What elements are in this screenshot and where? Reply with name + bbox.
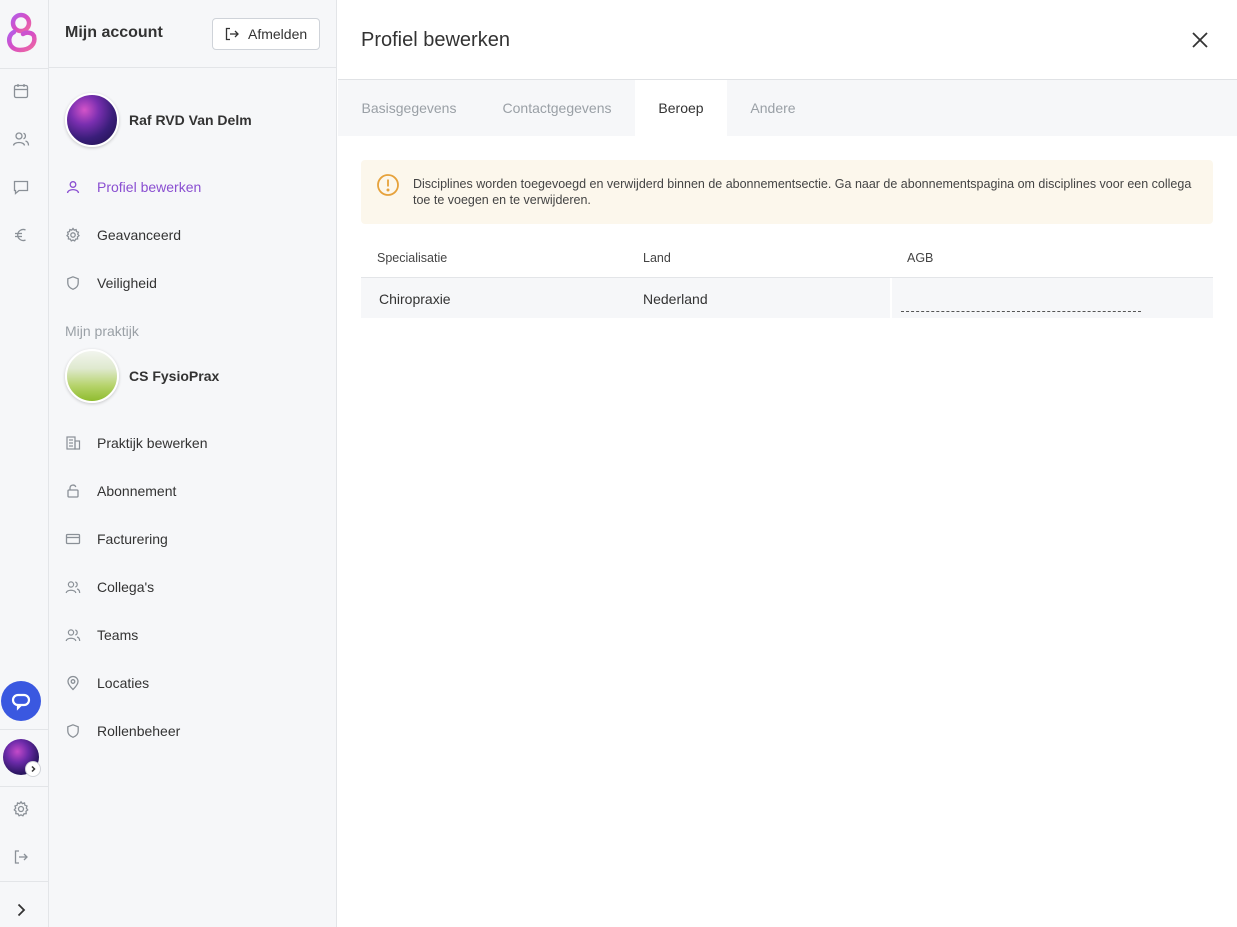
user-avatar [65,93,119,147]
alert-message: Disciplines worden toegevoegd en verwijd… [413,177,1192,207]
users-icon [65,581,81,594]
cell-land: Nederland [643,291,708,307]
account-panel: Mijn account Afmelden Raf RVD Van Delm P… [49,0,337,927]
users-icon [65,629,81,642]
nav-item-facturering[interactable]: Facturering [65,525,321,553]
cell-specialisatie: Chiropraxie [379,291,451,307]
credit-card-icon [65,533,81,545]
column-header-agb: AGB [907,251,934,265]
nav-item-label: Teams [97,627,139,643]
calendar-icon[interactable] [12,82,30,100]
logout-icon [225,27,239,41]
chevron-right-icon [31,765,36,773]
gear-icon [66,227,80,242]
column-header-specialisatie: Specialisatie [377,251,448,265]
rail-divider [0,729,48,730]
nav-item-label: Collega's [97,579,155,595]
table-header: Specialisatie Land AGB [361,240,1213,278]
disciplines-table: Specialisatie Land AGB Chiropraxie Neder… [361,240,1213,318]
nav-item-teams[interactable]: Teams [65,621,321,649]
avatar-expand-badge[interactable] [25,761,41,777]
settings-icon[interactable] [12,800,30,818]
logout-button-label: Afmelden [248,26,308,42]
logout-button[interactable]: Afmelden [212,18,320,50]
nav-item-praktijk-bewerken[interactable]: Praktijk bewerken [65,429,321,457]
nav-item-geavanceerd[interactable]: Geavanceerd [65,221,321,249]
tab-basisgegevens[interactable]: Basisgegevens [338,80,480,136]
account-panel-title: Mijn account [65,24,163,41]
nav-item-profiel-bewerken[interactable]: Profiel bewerken [65,173,321,201]
user-profile[interactable]: Raf RVD Van Delm [65,92,321,148]
logout-icon[interactable] [12,848,30,866]
cell-agb [890,278,1213,318]
nav-item-label: Profiel bewerken [97,179,202,195]
tab-beroep[interactable]: Beroep [635,80,727,136]
rail-divider [0,786,48,787]
tab-contactgegevens[interactable]: Contactgegevens [480,80,634,136]
account-panel-header: Mijn account Afmelden [49,0,337,68]
rail-divider [0,881,48,882]
nav-item-locaties[interactable]: Locaties [65,669,321,697]
users-icon[interactable] [12,130,30,148]
shield-icon [67,724,79,738]
icon-rail [0,0,49,927]
nav-item-label: Locaties [97,675,150,691]
app-logo-icon[interactable] [4,10,40,56]
nav-item-label: Abonnement [97,483,177,499]
expand-icon[interactable] [12,901,30,919]
nav-item-label: Praktijk bewerken [97,435,208,451]
tab-andere[interactable]: Andere [727,80,819,136]
dialog-header: Profiel bewerken [338,0,1237,80]
column-header-land: Land [643,251,671,265]
table-row: Chiropraxie Nederland [361,278,1213,318]
warning-circle-icon [377,174,399,196]
nav-item-collegas[interactable]: Collega's [65,573,321,601]
practice-section-label: Mijn praktijk [65,323,139,339]
practice-avatar [65,349,119,403]
nav-item-label: Rollenbeheer [97,723,181,739]
building-icon [66,436,81,450]
practice-name: CS FysioPrax [129,368,220,384]
page-title: Profiel bewerken [361,29,510,51]
support-chat-button[interactable] [1,681,41,721]
nav-item-veiligheid[interactable]: Veiligheid [65,269,321,297]
euro-icon[interactable] [12,226,30,244]
info-alert: Disciplines worden toegevoegd en verwijd… [361,160,1213,224]
agb-input[interactable] [901,296,1141,312]
nav-item-label: Geavanceerd [97,227,182,243]
practice-profile[interactable]: CS FysioPrax [65,348,321,404]
nav-item-label: Veiligheid [97,275,157,291]
chat-icon[interactable] [12,178,30,196]
rail-divider [0,68,48,69]
close-icon[interactable] [1190,30,1210,50]
unlock-icon [67,484,79,498]
support-chat-icon [11,693,31,711]
shield-icon [67,276,79,290]
user-icon [66,181,80,194]
nav-item-abonnement[interactable]: Abonnement [65,477,321,505]
user-name: Raf RVD Van Delm [129,112,252,128]
nav-item-rollenbeheer[interactable]: Rollenbeheer [65,717,321,745]
edit-profile-dialog: Profiel bewerken Basisgegevens Contactge… [338,0,1237,927]
tab-bar: Basisgegevens Contactgegevens Beroep And… [338,80,1237,136]
map-pin-icon [67,675,79,691]
nav-item-label: Facturering [97,531,168,547]
